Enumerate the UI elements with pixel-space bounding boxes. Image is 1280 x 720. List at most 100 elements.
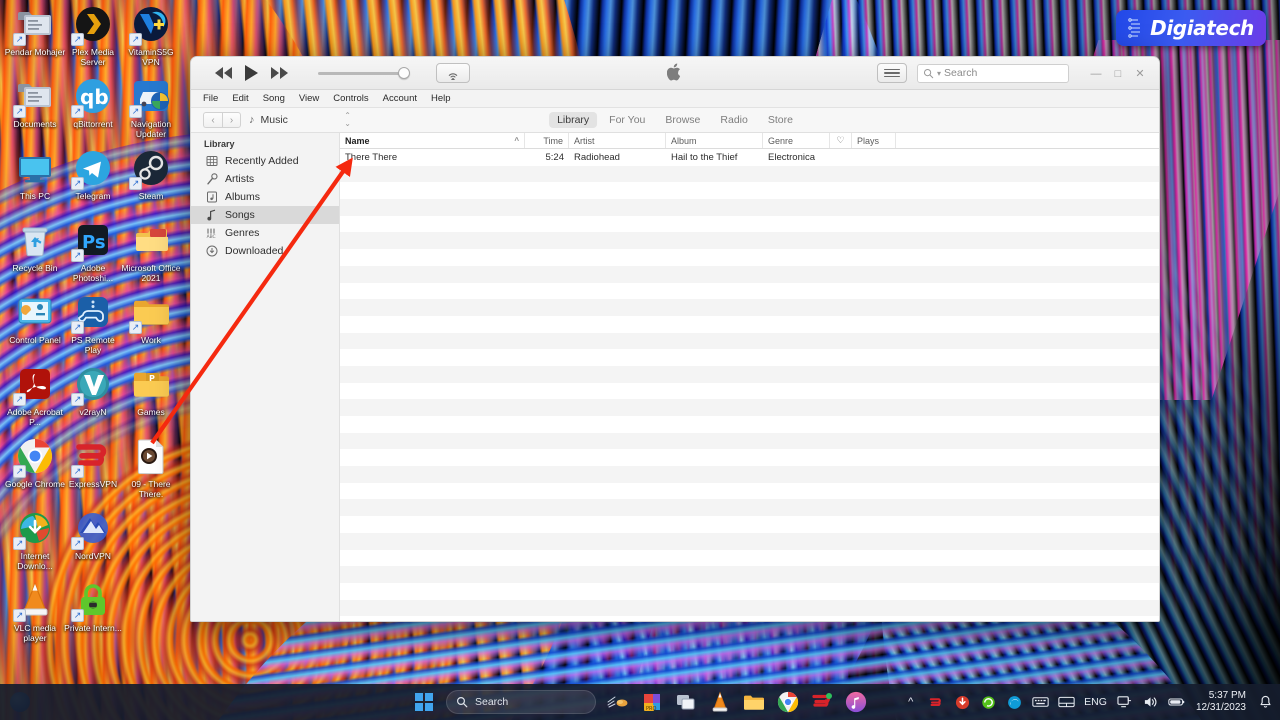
song-row[interactable]: There There 5:24 Radiohead Hail to the Thie… bbox=[340, 149, 1159, 166]
desktop-icon-recycle-bin[interactable]: Recycle Bin bbox=[4, 220, 66, 273]
media-kind-picker[interactable]: ♪ Music ⌃ ⌄ bbox=[249, 112, 351, 128]
airplay-button[interactable] bbox=[436, 63, 470, 83]
song-row-empty[interactable] bbox=[340, 599, 1159, 617]
column-header-love[interactable]: ♡ bbox=[830, 133, 852, 148]
column-header-plays[interactable]: Plays bbox=[852, 133, 896, 148]
song-row-empty[interactable] bbox=[340, 349, 1159, 366]
tray-language[interactable]: ENG bbox=[1084, 696, 1107, 708]
start-button[interactable] bbox=[412, 690, 436, 714]
desktop-icon-expressvpn[interactable]: ExpressVPN bbox=[62, 436, 124, 489]
song-row-empty[interactable] bbox=[340, 483, 1159, 500]
tray-expressvpn[interactable] bbox=[928, 694, 945, 711]
desktop-icon-adobe-photoshop[interactable]: Ps Adobe Photoshi... bbox=[62, 220, 124, 283]
desktop-icon-qbittorrent[interactable]: qb qBittorrent bbox=[62, 76, 124, 129]
taskbar-item-explorer[interactable] bbox=[742, 690, 766, 714]
song-row-empty[interactable] bbox=[340, 232, 1159, 250]
song-row-empty[interactable] bbox=[340, 566, 1159, 583]
song-row-empty[interactable] bbox=[340, 283, 1159, 300]
taskbar-item-expressvpn[interactable] bbox=[810, 690, 834, 714]
forward-button[interactable]: › bbox=[222, 112, 241, 128]
column-header-artist[interactable]: Artist bbox=[569, 133, 666, 148]
desktop-icon-google-chrome[interactable]: Google Chrome bbox=[4, 436, 66, 489]
song-row-empty[interactable] bbox=[340, 399, 1159, 416]
tab-for-you[interactable]: For You bbox=[601, 112, 653, 128]
menu-item-song[interactable]: Song bbox=[263, 93, 285, 104]
song-row-empty[interactable] bbox=[340, 299, 1159, 316]
taskbar-item-vlc[interactable] bbox=[708, 690, 732, 714]
tab-radio[interactable]: Radio bbox=[712, 112, 755, 128]
sidebar-item-albums[interactable]: Albums bbox=[191, 188, 339, 206]
desktop-icon-games[interactable]: P Games bbox=[120, 364, 182, 417]
song-row-empty[interactable] bbox=[340, 165, 1159, 183]
minimize-button[interactable]: — bbox=[1085, 64, 1107, 84]
desktop-icon-v2rayn[interactable]: v2rayN bbox=[62, 364, 124, 417]
song-row-empty[interactable] bbox=[340, 265, 1159, 283]
tray-edge[interactable] bbox=[1006, 694, 1023, 711]
song-row-empty[interactable] bbox=[340, 383, 1159, 400]
taskbar-item-task-view[interactable] bbox=[674, 690, 698, 714]
desktop-icon-plex-media-server[interactable]: Plex Media Server bbox=[62, 4, 124, 67]
tray-nvidia[interactable] bbox=[980, 694, 997, 711]
desktop-icon-microsoft-office[interactable]: Microsoft Office 2021 bbox=[120, 220, 182, 283]
taskbar-item-itunes[interactable] bbox=[844, 690, 868, 714]
taskbar-item-office[interactable]: PRO bbox=[640, 690, 664, 714]
desktop-icon-steam[interactable]: Steam bbox=[120, 148, 182, 201]
itunes-window[interactable]: ▾ Search — □ ✕ File Edit Song View Controls A… bbox=[190, 56, 1160, 622]
tray-network[interactable] bbox=[1116, 694, 1133, 711]
notification-button[interactable] bbox=[1257, 694, 1274, 711]
song-row-empty[interactable] bbox=[340, 516, 1159, 533]
desktop-icon-nordvpn[interactable]: NordVPN bbox=[62, 508, 124, 561]
song-row-empty[interactable] bbox=[340, 316, 1159, 333]
menu-item-file[interactable]: File bbox=[203, 93, 218, 104]
tray-touchpad[interactable] bbox=[1058, 694, 1075, 711]
song-row-empty[interactable] bbox=[340, 532, 1159, 550]
desktop-icon-pendar-mohajer[interactable]: Pendar Mohajer bbox=[4, 4, 66, 57]
menu-item-view[interactable]: View bbox=[299, 93, 319, 104]
song-row-empty[interactable] bbox=[340, 416, 1159, 433]
itunes-song-list[interactable]: Name ^ Time Artist Album Genre ♡ Plays T… bbox=[340, 133, 1159, 621]
desktop-icon-this-pc[interactable]: This PC bbox=[4, 148, 66, 201]
taskbar-widgets[interactable] bbox=[606, 690, 630, 714]
desktop-icon-control-panel[interactable]: Control Panel bbox=[4, 292, 66, 345]
tray-idm[interactable] bbox=[954, 694, 971, 711]
back-button[interactable]: ‹ bbox=[203, 112, 222, 128]
maximize-button[interactable]: □ bbox=[1107, 64, 1129, 84]
desktop-icon-documents[interactable]: Documents bbox=[4, 76, 66, 129]
desktop-icon-telegram[interactable]: Telegram bbox=[62, 148, 124, 201]
menu-item-account[interactable]: Account bbox=[383, 93, 417, 104]
menu-item-controls[interactable]: Controls bbox=[333, 93, 368, 104]
menu-item-help[interactable]: Help bbox=[431, 93, 451, 104]
close-button[interactable]: ✕ bbox=[1129, 64, 1151, 84]
desktop-icon-vitamins5g-vpn[interactable]: VitaminS5G VPN bbox=[120, 4, 182, 67]
list-view-button[interactable] bbox=[877, 63, 907, 83]
song-row-empty[interactable] bbox=[340, 499, 1159, 517]
sidebar-item-genres[interactable]: ABC Genres bbox=[191, 224, 339, 242]
tray-battery[interactable] bbox=[1168, 694, 1185, 711]
menu-item-edit[interactable]: Edit bbox=[232, 93, 248, 104]
song-row-empty[interactable] bbox=[340, 365, 1159, 383]
previous-track-button[interactable] bbox=[215, 67, 232, 79]
column-header-time[interactable]: Time bbox=[525, 133, 569, 148]
song-row-empty[interactable] bbox=[340, 216, 1159, 233]
sidebar-item-songs[interactable]: Songs bbox=[191, 206, 339, 224]
tab-browse[interactable]: Browse bbox=[657, 112, 708, 128]
song-row-empty[interactable] bbox=[340, 583, 1159, 600]
song-row-empty[interactable] bbox=[340, 550, 1159, 567]
sidebar-item-downloaded[interactable]: Downloaded bbox=[191, 242, 339, 260]
desktop-icon-ps-remote-play[interactable]: PS Remote Play bbox=[62, 292, 124, 355]
volume-slider[interactable] bbox=[318, 66, 410, 80]
desktop-icon-09-there-there[interactable]: 09 - There There. bbox=[120, 436, 182, 499]
desktop-icon-vlc-media-player[interactable]: VLC media player bbox=[4, 580, 66, 643]
play-button[interactable] bbox=[245, 65, 258, 81]
column-header-album[interactable]: Album bbox=[666, 133, 763, 148]
tray-keyboard[interactable] bbox=[1032, 694, 1049, 711]
taskbar-search[interactable]: Search bbox=[446, 690, 596, 714]
column-header-name[interactable]: Name ^ bbox=[340, 133, 525, 148]
column-header-genre[interactable]: Genre bbox=[763, 133, 830, 148]
song-row-empty[interactable] bbox=[340, 199, 1159, 216]
song-row-empty[interactable] bbox=[340, 249, 1159, 266]
tray-overflow-button[interactable]: ^ bbox=[902, 694, 919, 711]
taskbar-clock[interactable]: 5:37 PM 12/31/2023 bbox=[1194, 690, 1248, 714]
search-dropdown-chevron-icon[interactable]: ▾ bbox=[937, 69, 941, 78]
tray-volume[interactable] bbox=[1142, 694, 1159, 711]
